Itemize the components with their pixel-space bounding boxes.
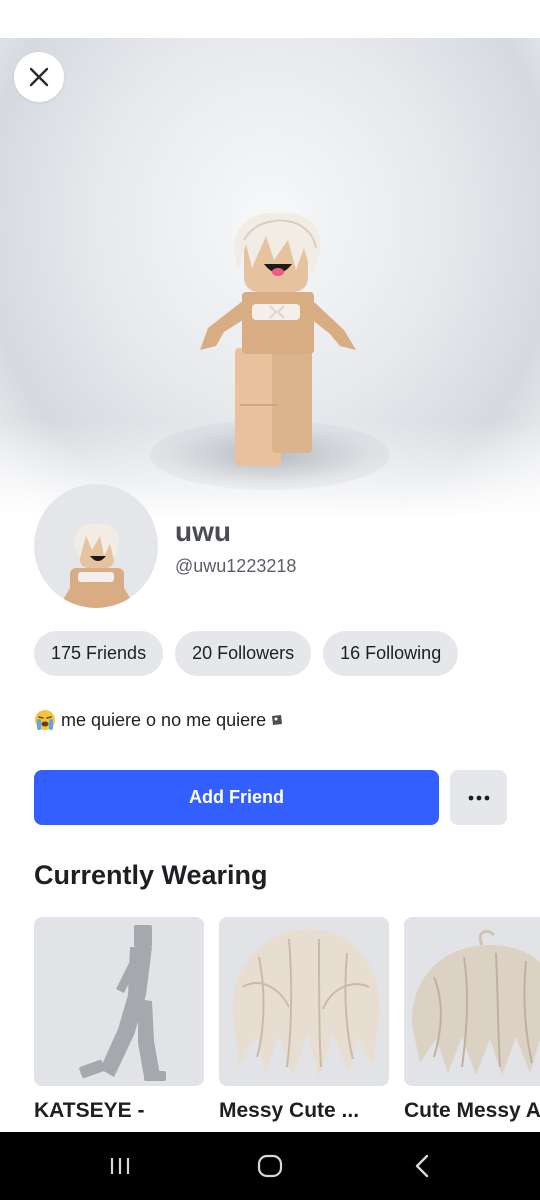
wearing-item-hair-1[interactable]: Messy Cute ...: [219, 917, 389, 1123]
hair-icon: [232, 929, 380, 1077]
display-name: uwu: [175, 516, 231, 547]
following-count: 16: [340, 643, 361, 663]
back-icon: [415, 1154, 429, 1178]
system-nav-bar: [0, 1132, 540, 1200]
avatar[interactable]: [34, 484, 158, 608]
add-friend-button[interactable]: Add Friend: [34, 770, 439, 825]
recent-apps-button[interactable]: [100, 1150, 140, 1182]
status-bar: [0, 0, 540, 38]
friends-pill[interactable]: 175 Friends: [34, 631, 164, 676]
currently-wearing-title: Currently Wearing: [34, 860, 268, 890]
close-button[interactable]: [14, 52, 64, 102]
home-icon: [257, 1154, 283, 1178]
item-name: Cute Messy A: [404, 1099, 540, 1122]
more-options-button[interactable]: [450, 770, 507, 825]
wearing-item-emote[interactable]: KATSEYE -: [34, 917, 204, 1123]
bio-text: me quiere o no me quiere: [61, 709, 267, 730]
item-thumbnail: [34, 917, 204, 1086]
crying-face-icon: [35, 710, 55, 730]
username: @uwu1223218: [175, 556, 297, 576]
bio: me quiere o no me quiere: [34, 709, 283, 731]
following-label: Following: [365, 643, 442, 663]
friends-count: 175: [51, 643, 82, 663]
back-button[interactable]: [402, 1150, 442, 1182]
more-options-icon: [468, 795, 489, 800]
item-name: KATSEYE -: [34, 1099, 145, 1122]
item-thumbnail: [404, 917, 540, 1086]
friends-label: Friends: [86, 643, 147, 663]
currently-wearing-list: KATSEYE - Messy Cute ... Cute Messy A: [34, 917, 540, 1132]
stats-row: 175 Friends 20 Followers 16 Following: [34, 631, 459, 676]
hair-icon: [411, 929, 540, 1075]
add-friend-label: Add Friend: [189, 787, 284, 807]
label-tag-icon: [272, 715, 283, 725]
followers-pill[interactable]: 20 Followers: [175, 631, 312, 676]
followers-count: 20: [192, 643, 213, 663]
emote-pose-icon: [79, 925, 166, 1081]
close-icon: [29, 67, 49, 87]
wearing-item-hair-2[interactable]: Cute Messy A: [404, 917, 540, 1123]
home-button[interactable]: [250, 1150, 290, 1182]
recent-apps-icon: [110, 1158, 130, 1174]
item-thumbnail: [219, 917, 389, 1086]
avatar-3d-render: [200, 213, 356, 466]
avatar-headshot: [58, 523, 136, 608]
following-pill[interactable]: 16 Following: [323, 631, 459, 676]
item-name: Messy Cute ...: [219, 1099, 360, 1122]
followers-label: Followers: [217, 643, 295, 663]
